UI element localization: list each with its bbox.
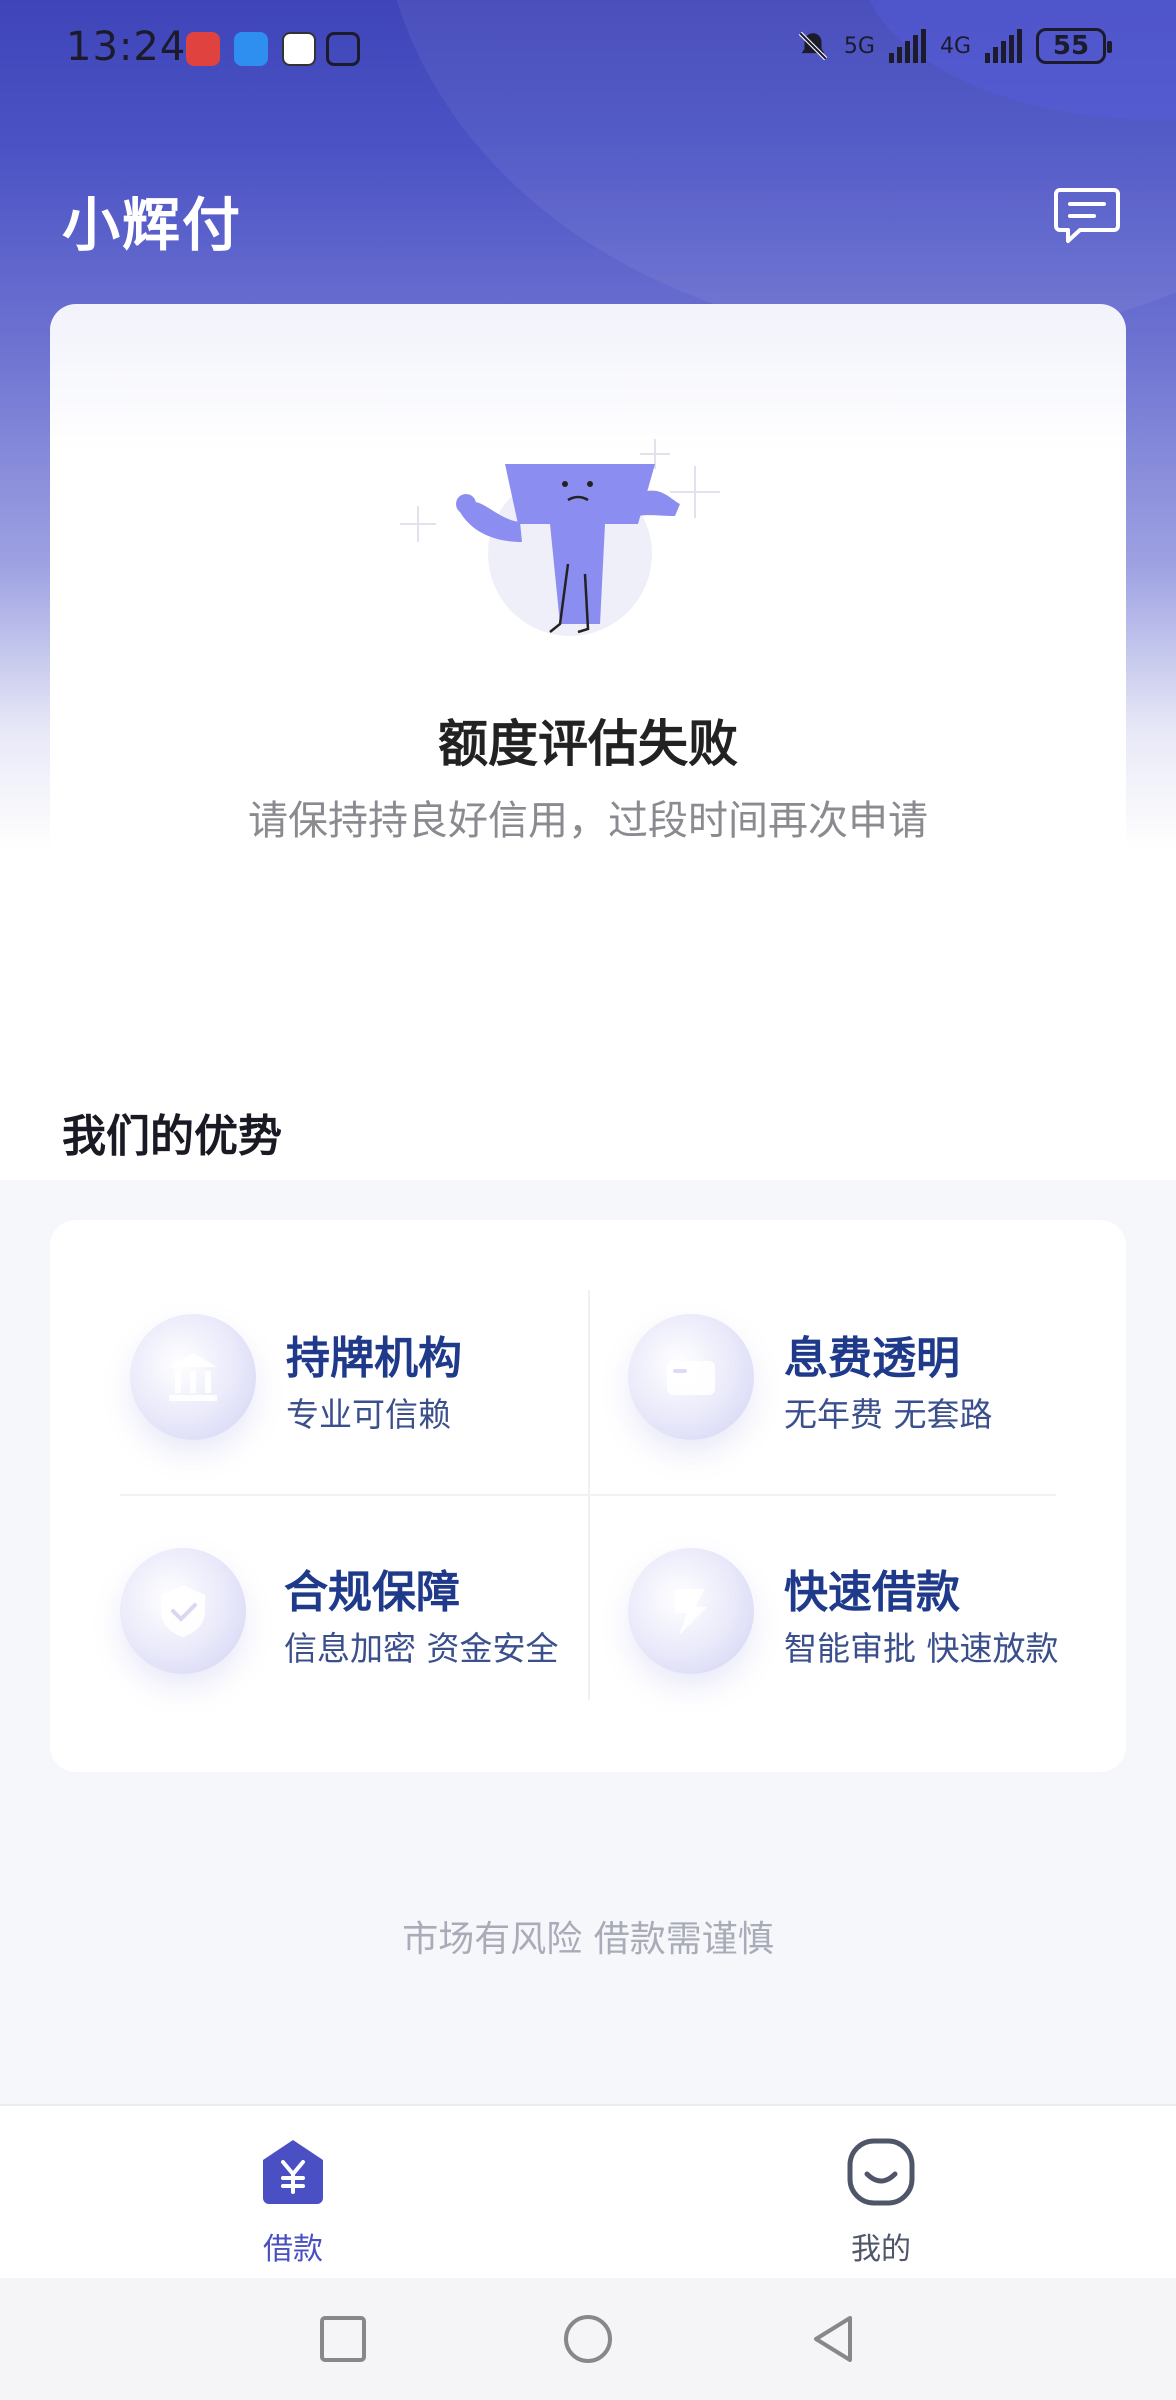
yuan-home-icon (263, 2140, 323, 2204)
risk-disclaimer: 市场有风险 借款需谨慎 (402, 1919, 774, 1960)
advantage-item-compliance: 合规保障 信息加密 资金安全 (120, 1542, 590, 1682)
status-right: 5G 4G 55 (796, 28, 1112, 64)
mute-bell-icon (798, 31, 828, 61)
advantage-desc: 专业可信赖 (286, 1395, 451, 1434)
advantage-item-licensed: 持牌机构 专业可信赖 (130, 1308, 600, 1448)
advantage-desc: 信息加密 资金安全 (284, 1629, 559, 1668)
bank-icon (130, 1314, 256, 1440)
smile-face-icon (847, 2138, 915, 2206)
advantage-desc: 无年费 无套路 (784, 1395, 993, 1434)
lightning-icon (628, 1548, 754, 1674)
huawei-app-icon (186, 32, 220, 66)
signal-4g-icon (985, 29, 1022, 63)
qq-app-icon (282, 32, 316, 66)
advantage-title: 息费透明 (784, 1333, 960, 1384)
battery-indicator: 55 (1036, 28, 1112, 64)
nav-item-mine[interactable]: 我的 (781, 2136, 981, 2268)
shield-icon (120, 1548, 246, 1674)
section-title: 我们的优势 (62, 1111, 282, 1162)
bottom-nav: 借款 我的 (0, 2104, 1176, 2278)
nav-label: 我的 (851, 2232, 911, 2267)
status-bar: 13:24 5G 4G 55 (0, 0, 1176, 100)
advantage-title: 合规保障 (284, 1567, 460, 1618)
advantage-desc: 智能审批 快速放款 (784, 1629, 1059, 1668)
chat-app-icon (234, 32, 268, 66)
divider-horizontal (120, 1494, 1056, 1496)
recent-apps-icon[interactable] (316, 2312, 370, 2366)
advantages-card: 持牌机构 专业可信赖 息费透明 无年费 无套路 合规保障 信息加密 资金安全 快… (50, 1220, 1126, 1772)
message-icon[interactable] (1054, 186, 1120, 246)
wallet-icon (628, 1314, 754, 1440)
status-time: 13:24 (66, 24, 187, 70)
network-5g-label: 5G (843, 33, 875, 59)
nav-item-loan[interactable]: 借款 (193, 2136, 393, 2268)
home-circle-icon[interactable] (561, 2312, 615, 2366)
nav-label: 借款 (263, 2232, 323, 2267)
result-title: 额度评估失败 (438, 715, 738, 773)
system-navigation-bar (0, 2278, 1176, 2400)
back-triangle-icon[interactable] (806, 2312, 860, 2366)
advantage-item-fast: 快速借款 智能审批 快速放款 (628, 1542, 1098, 1682)
advantage-item-transparent: 息费透明 无年费 无套路 (628, 1308, 1098, 1448)
network-4g-label: 4G (939, 33, 971, 59)
result-card: 额度评估失败 请保持持良好信用，过段时间再次申请 (50, 304, 1126, 984)
advantage-title: 持牌机构 (286, 1333, 462, 1384)
result-subtitle: 请保持持良好信用，过段时间再次申请 (248, 798, 928, 844)
nfc-icon (326, 32, 360, 66)
sad-character-illustration (400, 439, 720, 636)
signal-5g-icon (888, 29, 926, 63)
advantage-title: 快速借款 (784, 1567, 960, 1618)
app-title: 小辉付 (62, 191, 243, 259)
